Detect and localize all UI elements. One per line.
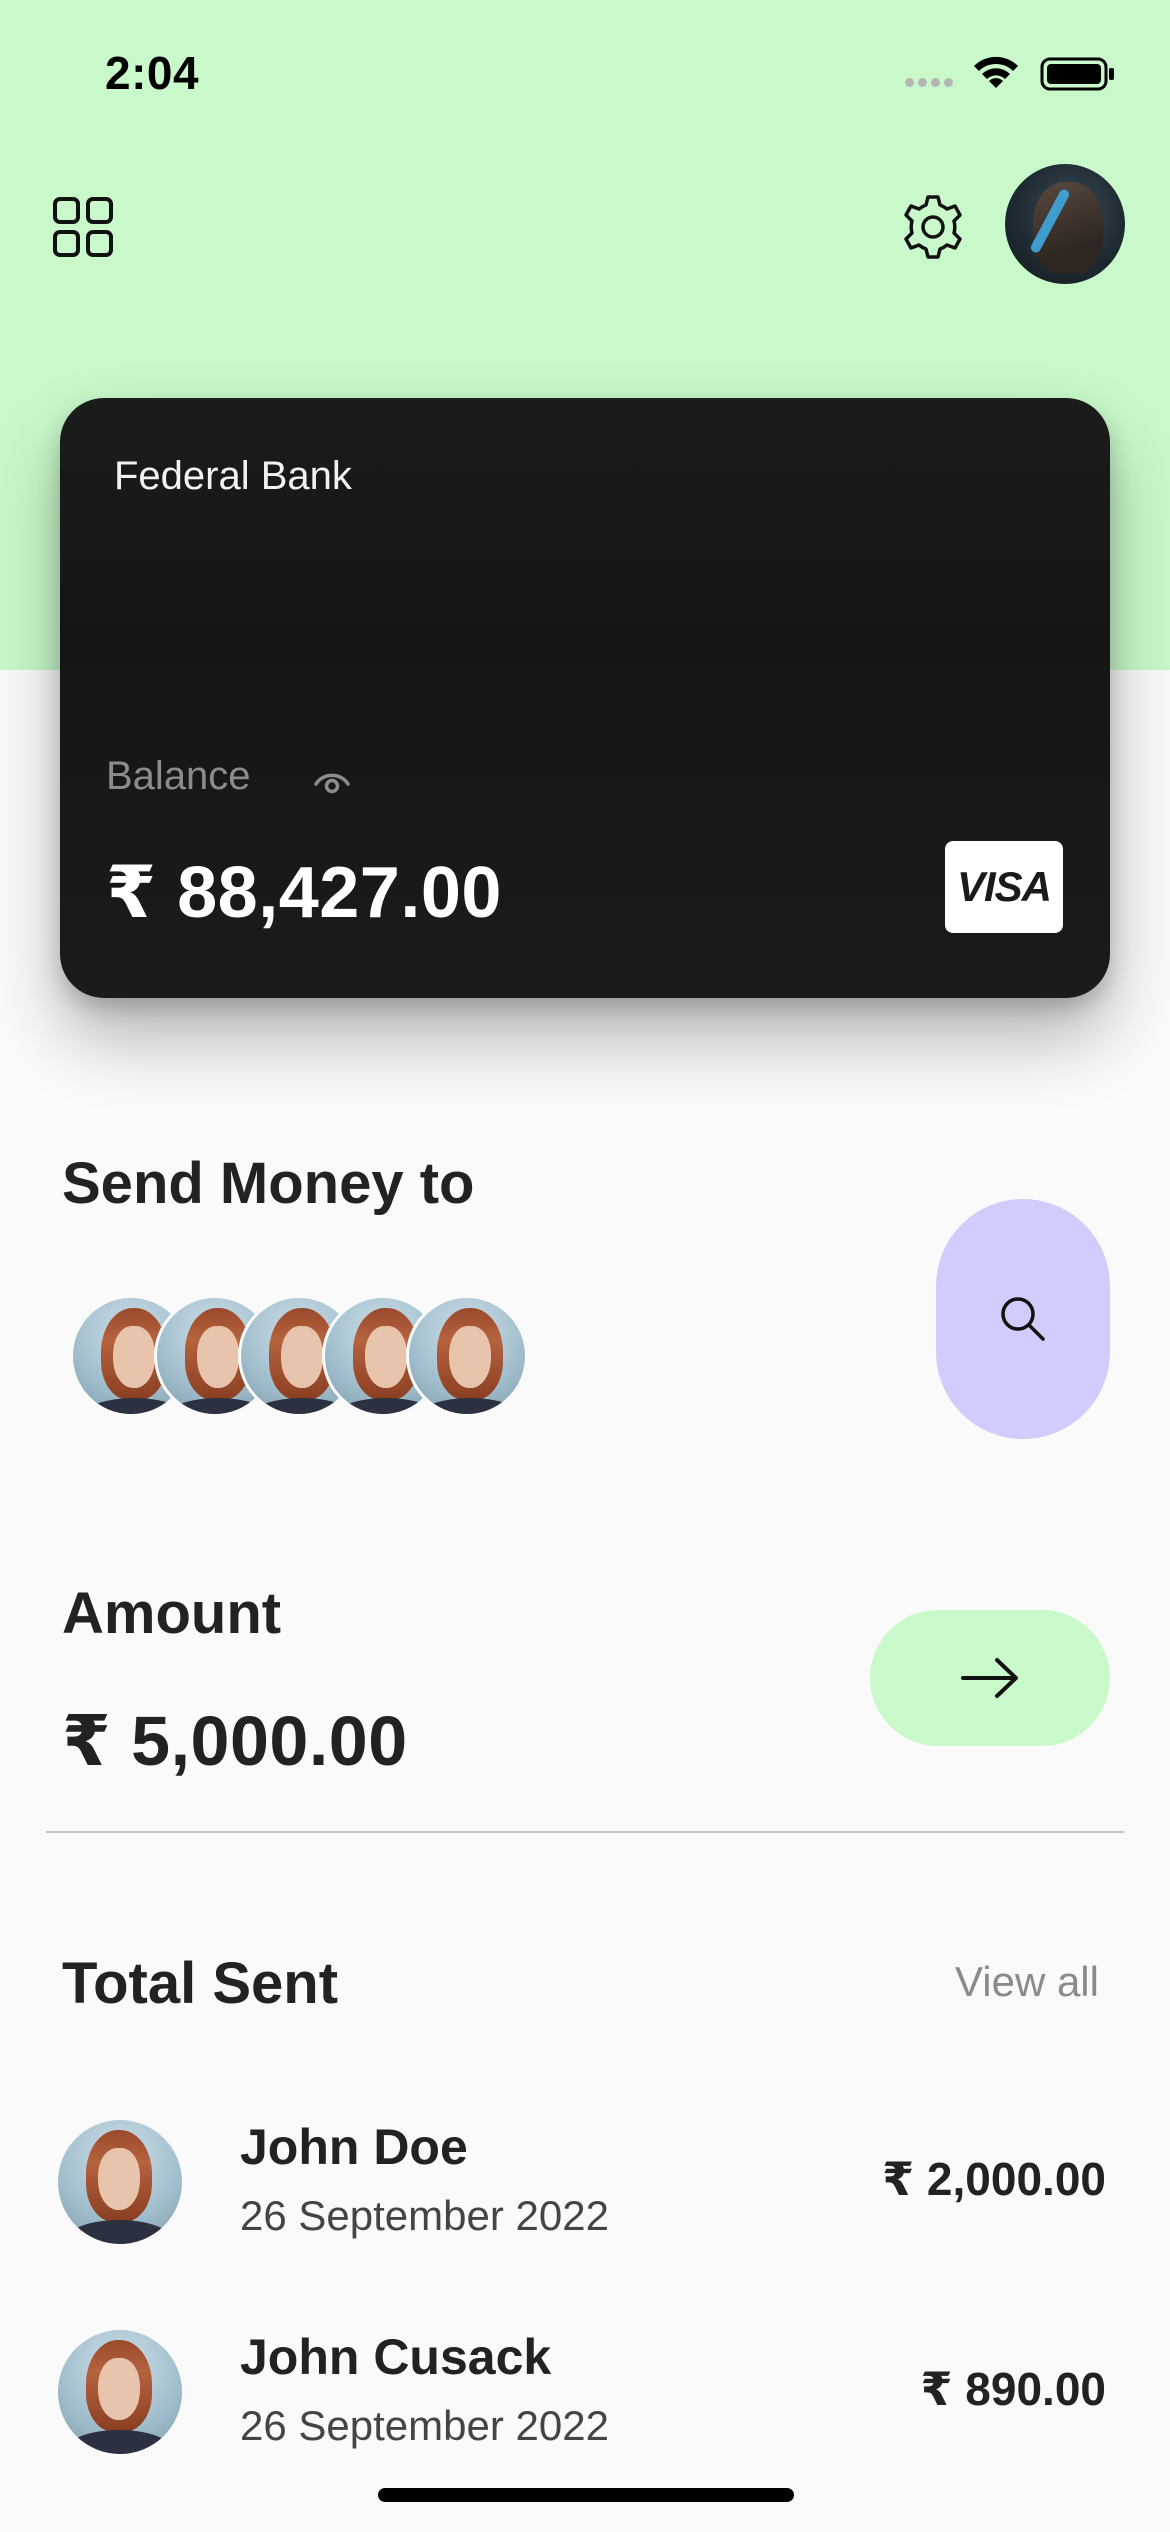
balance-label: Balance [106, 754, 251, 798]
send-money-title: Send Money to [62, 1151, 475, 1216]
amount-value[interactable]: ₹ 5,000.00 [62, 1700, 408, 1782]
cellular-signal-icon [905, 78, 953, 87]
balance-amount: ₹ 88,427.00 [106, 853, 502, 933]
transaction-avatar [58, 2120, 182, 2244]
contact-avatar[interactable] [406, 1295, 528, 1417]
wifi-icon [974, 56, 1018, 88]
view-all-link[interactable]: View all [955, 1958, 1099, 2006]
transaction-amount: ₹ 2,000.00 [882, 2153, 1106, 2205]
transaction-name: John Cusack [240, 2329, 552, 2385]
status-time: 2:04 [105, 47, 200, 99]
status-bar: 2:04 [0, 0, 1170, 150]
transaction-name: John Doe [240, 2119, 468, 2175]
total-sent-title: Total Sent [62, 1951, 339, 2016]
search-icon [1001, 1297, 1045, 1341]
battery-icon [1040, 57, 1114, 91]
bank-name: Federal Bank [114, 454, 352, 498]
transaction-avatar [58, 2330, 182, 2454]
balance-card[interactable]: Federal Bank Balance ₹ 88,427.00 VISA [60, 398, 1110, 998]
send-next-button[interactable] [870, 1610, 1110, 1746]
transaction-date: 26 September 2022 [240, 2402, 609, 2449]
transaction-row[interactable]: John Doe 26 September 2022 ₹ 2,000.00 [0, 2119, 1170, 2260]
search-contacts-button[interactable] [936, 1199, 1110, 1439]
contacts-row [70, 1295, 550, 1417]
eye-icon[interactable] [310, 758, 354, 802]
gear-icon[interactable] [898, 192, 968, 262]
transaction-amount: ₹ 890.00 [920, 2363, 1106, 2415]
divider [46, 1831, 1124, 1833]
transaction-date: 26 September 2022 [240, 2192, 609, 2239]
transaction-row[interactable]: John Cusack 26 September 2022 ₹ 890.00 [0, 2329, 1170, 2470]
grid-menu-icon[interactable] [52, 196, 114, 258]
home-indicator[interactable] [378, 2488, 794, 2502]
profile-avatar[interactable] [1005, 164, 1125, 284]
visa-logo: VISA [945, 841, 1063, 933]
arrow-right-icon [961, 1658, 1018, 1698]
amount-title: Amount [62, 1581, 282, 1646]
